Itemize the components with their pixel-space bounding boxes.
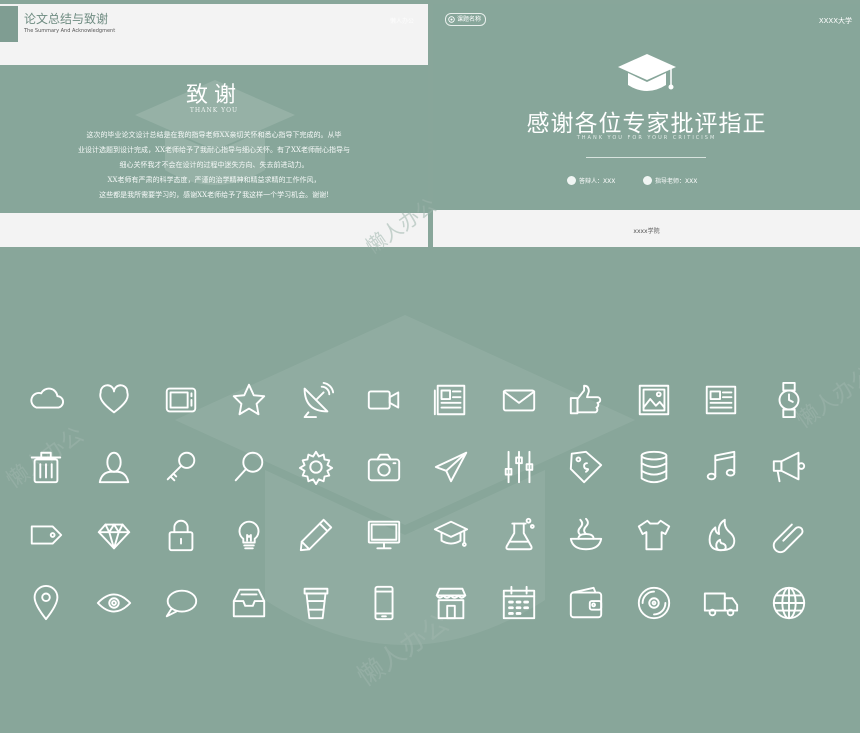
eye-icon[interactable] bbox=[95, 584, 133, 622]
star-icon[interactable] bbox=[230, 381, 268, 419]
fire-icon[interactable] bbox=[702, 516, 740, 554]
graduation-cap-icon[interactable] bbox=[432, 516, 470, 554]
closing-subtitle: THANK YOU FOR YOUR CRITICISM bbox=[576, 135, 717, 141]
magnifier-icon[interactable] bbox=[230, 448, 268, 486]
satellite-dish-icon[interactable] bbox=[297, 381, 335, 419]
tv-icon[interactable] bbox=[162, 381, 200, 419]
newspaper-icon[interactable] bbox=[432, 381, 470, 419]
acknowledgment-line: 这次的毕业论文设计总结是在我的指导老师XX亲切关怀和悉心指导下完成的。从毕 bbox=[86, 131, 342, 139]
key-icon[interactable] bbox=[162, 448, 200, 486]
delivery-truck-icon[interactable] bbox=[702, 584, 740, 622]
thumbs-up-icon[interactable] bbox=[567, 381, 605, 419]
monitor-icon[interactable] bbox=[365, 516, 403, 554]
tag-icon[interactable] bbox=[27, 516, 65, 554]
presenter-label: 答辩人：XXX bbox=[579, 178, 616, 185]
flask-icon[interactable] bbox=[500, 516, 538, 554]
slide-subtitle: The Summary And Acknowledgment bbox=[24, 28, 116, 34]
smartphone-icon[interactable] bbox=[365, 584, 403, 622]
user-icon[interactable] bbox=[95, 448, 133, 486]
speech-bubble-icon[interactable] bbox=[162, 584, 200, 622]
picture-icon[interactable] bbox=[635, 381, 673, 419]
thank-you-panel: 致谢 THANK YOU 这次的毕业论文设计总结是在我的指导老师XX亲切关怀和悉… bbox=[0, 65, 428, 213]
divider bbox=[586, 157, 706, 158]
document-icon[interactable] bbox=[702, 381, 740, 419]
lock-icon[interactable] bbox=[162, 516, 200, 554]
envelope-icon[interactable] bbox=[500, 381, 538, 419]
noodle-bowl-icon[interactable] bbox=[567, 516, 605, 554]
wallet-icon[interactable] bbox=[567, 584, 605, 622]
globe-icon[interactable] bbox=[770, 584, 808, 622]
database-icon[interactable] bbox=[635, 448, 673, 486]
university-name: XXXX大学 bbox=[818, 17, 852, 25]
slide-closing[interactable]: 课题名称 XXXX大学 感谢各位专家批评指正 THANK YOU FOR YOU… bbox=[433, 4, 860, 247]
map-pin-icon[interactable] bbox=[27, 584, 65, 622]
acknowledgment-line: 业设计选题到设计完成，XX老师给予了我耐心指导与细心关怀。有了XX老师耐心指导与 bbox=[78, 146, 350, 154]
acknowledgment-line: 这些都是我所需要学习的，感谢XX老师给予了我这样一个学习机会。谢谢! bbox=[99, 191, 329, 199]
topic-icon bbox=[448, 16, 455, 23]
advisor-label: 指导老师：XXX bbox=[655, 178, 698, 185]
pencil-icon[interactable] bbox=[297, 516, 335, 554]
school-name: xxxx学院 bbox=[633, 228, 660, 235]
paperclip-icon[interactable] bbox=[770, 516, 808, 554]
cloud-icon[interactable] bbox=[27, 381, 65, 419]
calendar-icon[interactable] bbox=[500, 584, 538, 622]
advisor-info: 指导老师：XXX bbox=[643, 176, 697, 185]
trash-icon[interactable] bbox=[27, 448, 65, 486]
video-camera-icon[interactable] bbox=[365, 381, 403, 419]
graduation-cap-icon bbox=[618, 54, 676, 91]
music-icon[interactable] bbox=[702, 448, 740, 486]
acknowledgment-line: 细心关怀我才不会在设计的过程中迷失方向、失去前进动力。 bbox=[119, 161, 309, 169]
wristwatch-icon[interactable] bbox=[770, 381, 808, 419]
slide-title: 论文总结与致谢 bbox=[24, 12, 109, 26]
paper-plane-icon[interactable] bbox=[432, 448, 470, 486]
acknowledgment-text: 这次的毕业论文设计总结是在我的指导老师XX亲切关怀和悉心指导下完成的。从毕 业设… bbox=[40, 128, 388, 203]
megaphone-icon[interactable] bbox=[770, 448, 808, 486]
sliders-icon[interactable] bbox=[500, 448, 538, 486]
presenter-icon bbox=[567, 176, 576, 185]
diamond-icon[interactable] bbox=[95, 516, 133, 554]
corner-watermark-text: 懒人办公 bbox=[389, 18, 414, 25]
gear-icon[interactable] bbox=[297, 448, 335, 486]
acknowledgment-line: XX老师有严肃的科学态度，严谨的治学精神和精益求精的工作作风， bbox=[107, 176, 321, 184]
presenter-info: 答辩人：XXX bbox=[567, 176, 615, 185]
camera-icon[interactable] bbox=[365, 448, 403, 486]
lightbulb-icon[interactable] bbox=[230, 516, 268, 554]
title-accent-bar bbox=[0, 6, 18, 42]
topic-tag: 课题名称 bbox=[445, 13, 487, 26]
shop-icon[interactable] bbox=[432, 584, 470, 622]
inbox-icon[interactable] bbox=[230, 584, 268, 622]
heart-icon[interactable] bbox=[95, 381, 133, 419]
topic-tag-label: 课题名称 bbox=[457, 16, 482, 23]
thank-you-heading: 致谢 bbox=[185, 83, 242, 108]
vinyl-disc-icon[interactable] bbox=[635, 584, 673, 622]
price-tag-icon[interactable] bbox=[567, 448, 605, 486]
closing-panel: 课题名称 XXXX大学 感谢各位专家批评指正 THANK YOU FOR YOU… bbox=[433, 4, 860, 210]
closing-title: 感谢各位专家批评指正 bbox=[526, 111, 767, 137]
slide-thank-you[interactable]: 论文总结与致谢 The Summary And Acknowledgment 懒… bbox=[0, 4, 428, 247]
advisor-icon bbox=[643, 176, 652, 185]
thank-you-heading-en: THANK YOU bbox=[189, 107, 239, 114]
coffee-cup-icon[interactable] bbox=[297, 584, 335, 622]
t-shirt-icon[interactable] bbox=[635, 516, 673, 554]
